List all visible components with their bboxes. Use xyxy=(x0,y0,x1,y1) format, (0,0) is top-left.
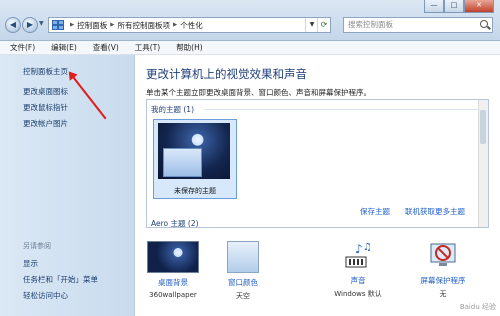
sound-icon: ♪ ♫ xyxy=(343,241,373,271)
menu-tools[interactable]: 工具(T) xyxy=(135,41,160,54)
menu-help[interactable]: 帮助(H) xyxy=(176,41,203,54)
breadcrumb-separator-icon: ▶ xyxy=(70,22,75,28)
search-input[interactable]: 搜索控制面板 xyxy=(343,17,493,33)
window-color-value: 天空 xyxy=(236,292,250,300)
breadcrumb-item[interactable]: 个性化 xyxy=(180,20,203,31)
theme-name: 未保存的主题 xyxy=(174,187,216,195)
screensaver-value: 无 xyxy=(439,290,447,298)
window-controls: — □ ✕ xyxy=(424,0,494,13)
sidebar-link-desktop-icons[interactable]: 更改桌面图标 xyxy=(23,86,68,97)
page-subtitle: 单击某个主题立即更改桌面背景、窗口颜色、声音和屏幕保护程序。 xyxy=(146,88,371,97)
wallpaper-thumbnail-icon xyxy=(147,241,199,273)
svg-text:♫: ♫ xyxy=(363,242,372,253)
sound-label[interactable]: 声音 xyxy=(323,275,393,286)
menu-edit[interactable]: 编辑(E) xyxy=(51,41,77,54)
see-also-ease-of-access[interactable]: 轻松访问中心 xyxy=(23,290,68,301)
window-color-swatch-icon xyxy=(227,241,259,273)
watermark: Baidu 经验 xyxy=(459,303,496,311)
svg-text:♪: ♪ xyxy=(355,242,363,256)
screensaver-setting[interactable]: 屏幕保护程序 无 xyxy=(408,241,478,299)
window-color-label[interactable]: 窗口颜色 xyxy=(208,277,278,288)
screensaver-icon xyxy=(428,241,458,271)
sidebar-link-account-picture[interactable]: 更改帐户图片 xyxy=(23,118,68,129)
history-dropdown-icon[interactable]: ▼ xyxy=(39,20,44,27)
maximize-button[interactable]: □ xyxy=(444,0,464,13)
breadcrumb-item[interactable]: 所有控制面板项 xyxy=(117,20,170,31)
menu-file[interactable]: 文件(F) xyxy=(10,41,35,54)
get-more-themes-link[interactable]: 联机获取更多主题 xyxy=(405,206,465,217)
scrollbar-thumb[interactable] xyxy=(480,110,486,144)
desktop-background-label[interactable]: 桌面背景 xyxy=(138,277,208,288)
desktop-background-setting[interactable]: 桌面背景 360wallpaper xyxy=(138,241,208,299)
sidebar-link-mouse-pointers[interactable]: 更改鼠标指针 xyxy=(23,102,68,113)
back-button[interactable]: ◀ xyxy=(5,17,21,33)
menu-view[interactable]: 查看(V) xyxy=(93,41,119,54)
my-themes-label: 我的主题 (1) xyxy=(151,105,195,114)
page-title: 更改计算机上的视觉效果和声音 xyxy=(146,67,307,81)
search-icon[interactable] xyxy=(480,20,488,28)
address-bar[interactable]: ▶ 控制面板 ▶ 所有控制面板项 ▶ 个性化 ▼ ⟳ xyxy=(48,17,331,33)
screensaver-label[interactable]: 屏幕保护程序 xyxy=(408,275,478,286)
section-divider xyxy=(205,109,478,110)
theme-preview-image xyxy=(158,123,230,179)
minimize-button[interactable]: — xyxy=(424,0,444,13)
theme-list: 我的主题 (1) 未保存的主题 保存主题 联机获取更多主题 Aero 主题 (2… xyxy=(146,99,489,228)
search-placeholder: 搜索控制面板 xyxy=(348,20,393,29)
breadcrumb-separator-icon: ▶ xyxy=(110,22,115,28)
forward-button[interactable]: ▶ xyxy=(22,17,38,33)
breadcrumb-item[interactable]: 控制面板 xyxy=(77,20,107,31)
sound-setting[interactable]: ♪ ♫ 声音 Windows 默认 xyxy=(323,241,393,299)
window-color-setting[interactable]: 窗口颜色 天空 xyxy=(208,241,278,301)
sound-value: Windows 默认 xyxy=(334,290,382,298)
close-button[interactable]: ✕ xyxy=(464,0,494,13)
sidebar-link-control-panel-home[interactable]: 控制面板主页 xyxy=(23,66,68,77)
breadcrumb-separator-icon: ▶ xyxy=(172,22,178,28)
save-theme-link[interactable]: 保存主题 xyxy=(360,206,390,217)
refresh-icon[interactable]: ⟳ xyxy=(317,18,330,32)
see-also-taskbar[interactable]: 任务栏和「开始」菜单 xyxy=(23,274,98,285)
unsaved-theme-tile[interactable]: 未保存的主题 xyxy=(153,119,237,199)
control-panel-icon xyxy=(52,20,64,30)
window-preview xyxy=(163,148,202,177)
aero-themes-label: Aero 主题 (2) xyxy=(151,219,199,228)
scrollbar[interactable] xyxy=(478,100,488,227)
desktop-background-value: 360wallpaper xyxy=(149,291,197,299)
see-also-heading: 另请参阅 xyxy=(23,242,51,250)
menu-bar: 文件(F) 编辑(E) 查看(V) 工具(T) 帮助(H) xyxy=(0,41,500,55)
sidebar: 控制面板主页 更改桌面图标 更改鼠标指针 更改帐户图片 另请参阅 显示 任务栏和… xyxy=(0,55,135,316)
see-also-display[interactable]: 显示 xyxy=(23,258,38,269)
title-bar: ◀ ▶ ▼ ▶ 控制面板 ▶ 所有控制面板项 ▶ 个性化 ▼ ⟳ 搜索控制面板 … xyxy=(0,0,500,41)
